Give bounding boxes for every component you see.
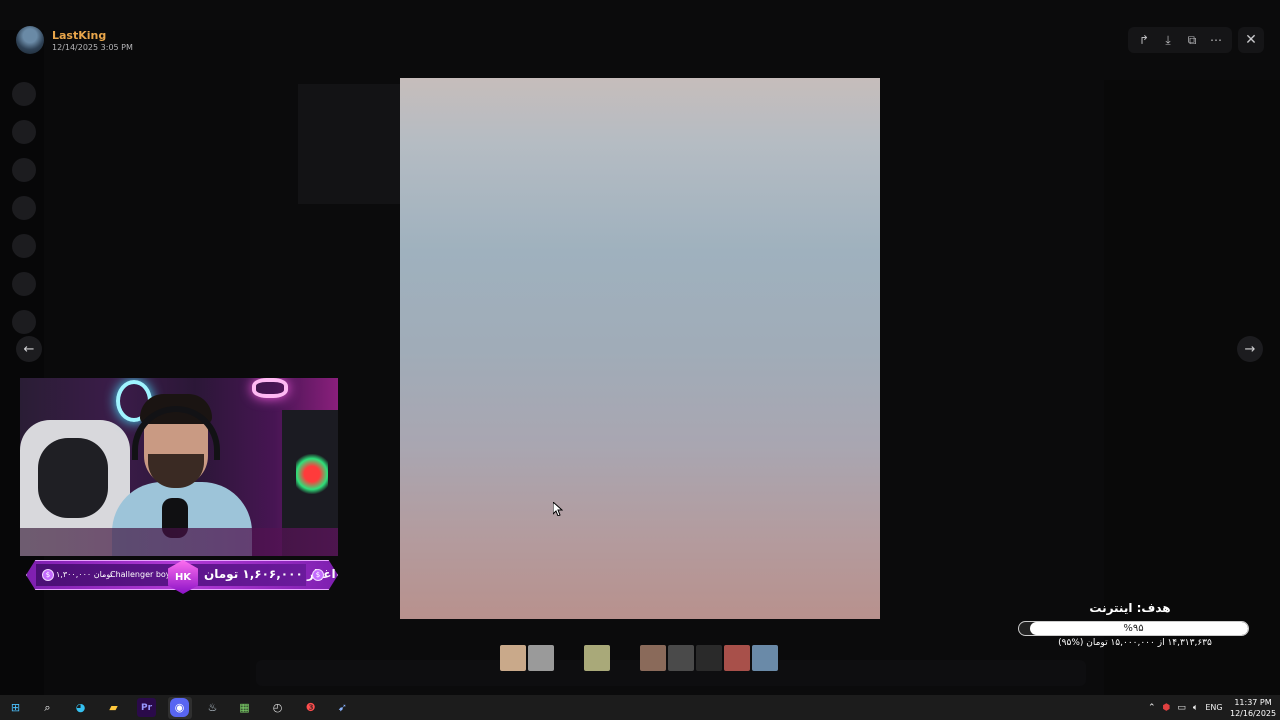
thumbnail[interactable] <box>500 645 526 671</box>
author-name[interactable]: LastKing <box>52 29 133 42</box>
thumbnail[interactable] <box>528 645 554 671</box>
server-icon <box>12 234 36 258</box>
avatar[interactable] <box>16 26 44 54</box>
system-tray: ⌃ ⬢ ▭ 🔈︎ ENG <box>1148 695 1223 720</box>
thumbnail[interactable] <box>724 645 750 671</box>
desk <box>20 528 338 556</box>
viewed-image[interactable] <box>400 78 880 619</box>
search-icon[interactable]: ⌕ <box>38 698 57 717</box>
thumbnail[interactable] <box>640 645 666 671</box>
taskbar: ⊞ ⌕ ◕ ▰ Pr ◉ ♨ ▦ ◴ ❸ ➹ ⌃ ⬢ ▭ 🔈︎ ENG 11:3… <box>0 695 1280 720</box>
more-icon: ⋯ <box>1210 33 1222 47</box>
premiere-pro-icon[interactable]: Pr <box>137 698 156 717</box>
server-icon <box>12 82 36 106</box>
close-icon: ✕ <box>1245 32 1257 48</box>
webcam-overlay <box>20 378 338 556</box>
volume-icon[interactable]: 🔈︎ <box>1193 703 1198 713</box>
server-icon <box>12 120 36 144</box>
clock[interactable]: 11:37 PM 12/16/2025 <box>1230 697 1276 719</box>
message-attachment <box>298 84 402 204</box>
top-donation-amount: ۱,۳۰۰,۰۰۰ تومان <box>56 570 113 579</box>
clock-time: 11:37 PM <box>1234 698 1272 707</box>
store-icon[interactable]: ▦ <box>235 698 254 717</box>
clock-date: 12/16/2025 <box>1230 709 1277 718</box>
network-icon[interactable]: ▭ <box>1177 703 1186 713</box>
app-arrow-icon[interactable]: ➹ <box>333 698 352 717</box>
rgb-light <box>296 454 328 494</box>
download-icon: ⤓ <box>1165 32 1171 47</box>
goal-progress-bar: %۹۵ <box>1018 621 1249 636</box>
app-red-icon[interactable]: ❸ <box>301 698 320 717</box>
channel-sidebar <box>44 30 250 695</box>
chair-panel <box>38 438 108 518</box>
thumbnail[interactable] <box>752 645 778 671</box>
coin-icon: $ <box>312 569 324 581</box>
share-icon: ↱ <box>1138 33 1150 47</box>
more-options-button[interactable]: ⋯ <box>1204 28 1228 52</box>
arrow-left-icon: ← <box>23 341 35 357</box>
server-icon <box>12 158 36 182</box>
viewer-toolbar: ↱ ⤓ ⧉ ⋯ <box>1128 27 1232 53</box>
attachment-author: LastKing 12/14/2025 3:05 PM <box>16 26 133 54</box>
next-image-button[interactable]: → <box>1237 336 1263 362</box>
discord-icon[interactable]: ◉ <box>170 698 189 717</box>
neon-sign <box>252 378 288 398</box>
coin-icon: $ <box>42 569 54 581</box>
steam-icon[interactable]: ♨ <box>203 698 222 717</box>
donor-name: Challenger boy <box>110 570 171 579</box>
open-external-icon: ⧉ <box>1187 32 1197 47</box>
goal-detail: ۱۴,۳۱۳,۶۳۵ از ۱۵,۰۰۰,۰۰۰ تومان (%۹۵) <box>1058 638 1212 648</box>
edge-icon[interactable]: ◕ <box>71 698 90 717</box>
shield-icon[interactable]: ⬢ <box>1163 703 1171 713</box>
goal-title: هدف: اینترنت <box>1089 601 1171 615</box>
open-in-browser-button[interactable]: ⧉ <box>1180 28 1204 52</box>
share-button[interactable]: ↱ <box>1132 28 1156 52</box>
thumbnail[interactable] <box>668 645 694 671</box>
previous-image-button[interactable]: ← <box>16 336 42 362</box>
download-button[interactable]: ⤓ <box>1156 28 1180 52</box>
language-indicator[interactable]: ENG <box>1205 703 1222 712</box>
arrow-right-icon: → <box>1244 341 1256 357</box>
thumbnail[interactable] <box>696 645 722 671</box>
thumbnail[interactable] <box>584 645 610 671</box>
server-list <box>0 30 44 695</box>
file-explorer-icon[interactable]: ▰ <box>104 698 123 717</box>
windows-start-icon[interactable]: ⊞ <box>6 698 25 717</box>
server-icon <box>12 310 36 334</box>
close-button[interactable]: ✕ <box>1238 27 1264 53</box>
server-icon <box>12 272 36 296</box>
chevron-up-icon[interactable]: ⌃ <box>1148 703 1156 713</box>
mouse-cursor-icon <box>553 502 563 516</box>
post-timestamp: 12/14/2025 3:05 PM <box>52 42 133 52</box>
goal-percent: %۹۵ <box>1123 623 1144 634</box>
clock-app-icon[interactable]: ◴ <box>268 698 287 717</box>
server-icon <box>12 196 36 220</box>
